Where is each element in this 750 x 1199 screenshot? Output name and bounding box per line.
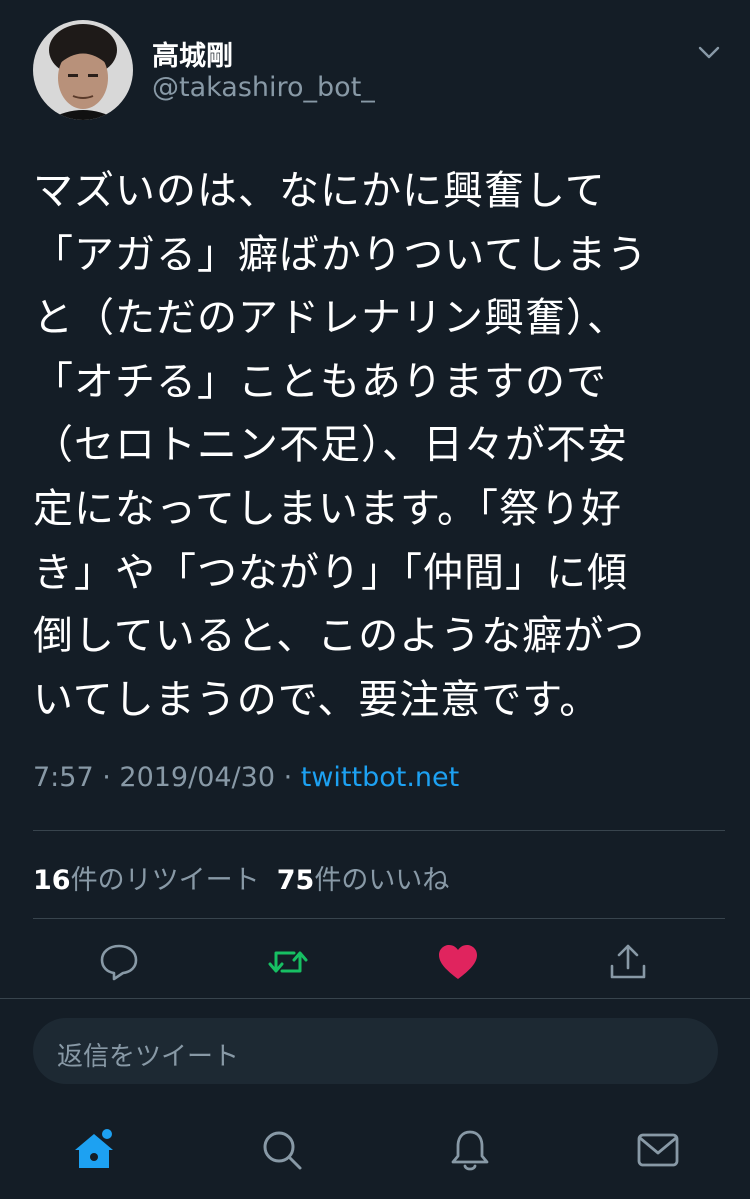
retweet-icon[interactable] — [266, 940, 310, 984]
divider — [0, 998, 750, 999]
tweet-line: 定になってしまいます。「祭り好 — [33, 485, 622, 532]
tweet-meta: 7:57 · 2019/04/30 · twittbot.net — [33, 762, 460, 793]
retweets-stat[interactable]: 16件のリツイート — [33, 865, 260, 896]
tweet-line: 「アガる」癖ばかりついてしまう — [33, 231, 648, 278]
heart-icon[interactable] — [436, 940, 480, 984]
tweet-stats: 16件のリツイート 75件のいいね — [33, 858, 449, 897]
chevron-down-icon[interactable] — [694, 38, 724, 68]
tweet-line: マズいのは、なにかに興奮して — [33, 168, 606, 214]
likes-label: 件のいいね — [314, 865, 450, 896]
user-handle[interactable]: @takashiro_bot_ — [152, 72, 375, 103]
tweet-line: いてしまうので、要注意です。 — [33, 676, 601, 723]
bell-icon[interactable] — [446, 1126, 494, 1174]
tweet-line: 「オチる」こともありますので — [33, 358, 607, 405]
tweet-line: と（ただのアドレナリン興奮）、 — [33, 295, 628, 342]
retweets-count: 16 — [33, 865, 71, 896]
reply-icon[interactable] — [97, 940, 141, 984]
retweets-label: 件のリツイート — [70, 865, 260, 896]
mail-icon[interactable] — [634, 1126, 682, 1174]
search-icon[interactable] — [258, 1126, 306, 1174]
likes-count: 75 — [276, 865, 315, 896]
tweet-line: き」や「つながり」「仲間」に傾 — [33, 549, 628, 596]
likes-stat[interactable]: 75件のいいね — [277, 865, 450, 896]
home-icon[interactable] — [70, 1126, 118, 1174]
tweet-source-link[interactable]: twittbot.net — [301, 762, 459, 793]
reply-input[interactable]: 返信をツイート — [33, 1018, 718, 1084]
divider — [33, 830, 725, 831]
tweet-line: （セロトニン不足）、日々が不安 — [33, 422, 628, 469]
avatar[interactable] — [33, 20, 133, 120]
tweet-line: 倒していると、このような癖がつ — [33, 613, 646, 660]
tweet-text: マズいのは、なにかに興奮して 「アガる」癖ばかりついてしまう と（ただのアドレナ… — [33, 160, 723, 732]
display-name[interactable]: 高城剛 — [152, 34, 233, 73]
tweet-date: 2019/04/30 — [119, 762, 276, 793]
tweet-time: 7:57 — [33, 762, 94, 793]
reply-placeholder: 返信をツイート — [57, 1042, 240, 1072]
divider — [33, 918, 725, 919]
share-icon[interactable] — [606, 940, 650, 984]
